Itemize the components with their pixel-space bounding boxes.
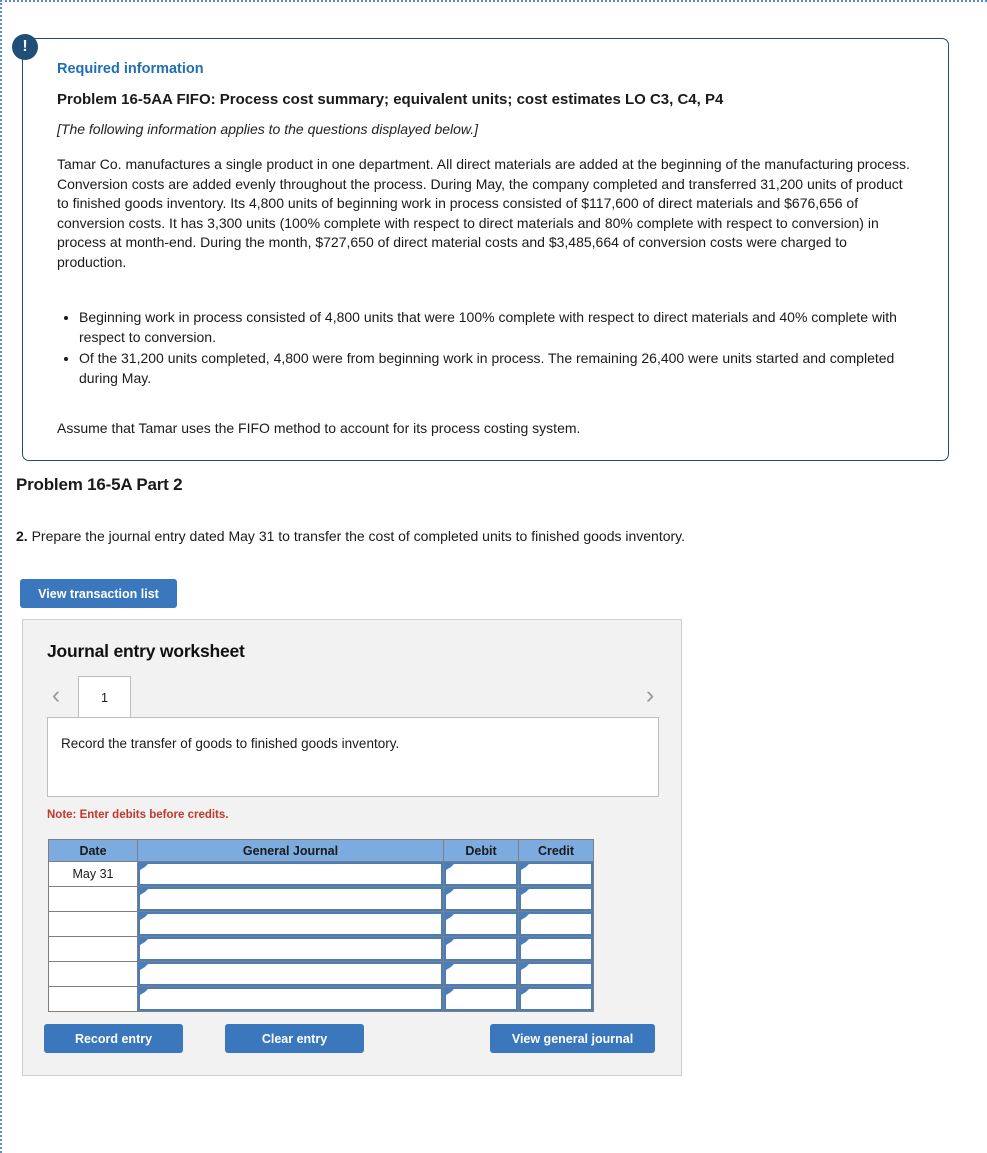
problem-title: Problem 16-5AA FIFO: Process cost summar… <box>57 91 724 108</box>
debit-input[interactable] <box>443 911 519 937</box>
worksheet-tabstrip: ‹ 1 › <box>47 675 659 719</box>
credit-input[interactable] <box>518 911 594 937</box>
credit-input[interactable] <box>518 986 594 1012</box>
credit-input[interactable] <box>518 936 594 962</box>
view-general-journal-button[interactable]: View general journal <box>490 1024 655 1053</box>
applies-note: [The following information applies to th… <box>57 121 479 137</box>
general-journal-input[interactable] <box>137 861 444 887</box>
exclamation-icon: ! <box>12 34 38 60</box>
debit-input[interactable] <box>443 861 519 887</box>
page-title: Problem 16-5A Part 2 <box>16 475 183 494</box>
general-journal-input[interactable] <box>137 936 444 962</box>
journal-entry-worksheet-panel: Journal entry worksheet ‹ 1 › Record the… <box>22 619 682 1076</box>
date-cell[interactable] <box>48 961 138 987</box>
view-transaction-list-button[interactable]: View transaction list <box>20 579 177 608</box>
date-cell[interactable] <box>48 936 138 962</box>
credit-input[interactable] <box>518 886 594 912</box>
general-journal-input[interactable] <box>137 961 444 987</box>
worksheet-tab-1[interactable]: 1 <box>78 676 131 719</box>
debit-input[interactable] <box>443 961 519 987</box>
debit-input[interactable] <box>443 936 519 962</box>
table-row <box>48 961 594 987</box>
column-header-general-journal: General Journal <box>137 839 444 862</box>
table-row <box>48 886 594 912</box>
question-number: 2. <box>16 528 28 544</box>
worksheet-description: Record the transfer of goods to finished… <box>47 717 659 797</box>
required-information-label: Required information <box>57 61 204 77</box>
worksheet-title: Journal entry worksheet <box>47 641 245 661</box>
assumption-text: Assume that Tamar uses the FIFO method t… <box>57 420 581 436</box>
date-cell[interactable] <box>48 986 138 1012</box>
credit-input[interactable] <box>518 861 594 887</box>
table-row: May 31 <box>48 861 594 887</box>
date-cell[interactable] <box>48 886 138 912</box>
general-journal-input[interactable] <box>137 986 444 1012</box>
chevron-left-icon[interactable]: ‹ <box>47 680 65 710</box>
table-row <box>48 986 594 1012</box>
table-header-row: Date General Journal Debit Credit <box>48 839 594 862</box>
question-prompt: 2. Prepare the journal entry dated May 3… <box>16 528 685 544</box>
required-information-card: Required information Problem 16-5AA FIFO… <box>22 38 949 461</box>
debits-before-credits-note: Note: Enter debits before credits. <box>47 809 229 821</box>
page-canvas: ! Required information Problem 16-5AA FI… <box>0 0 987 1153</box>
column-header-credit: Credit <box>518 839 594 862</box>
column-header-debit: Debit <box>443 839 519 862</box>
clear-entry-button[interactable]: Clear entry <box>225 1024 364 1053</box>
table-row <box>48 936 594 962</box>
credit-input[interactable] <box>518 961 594 987</box>
general-journal-input[interactable] <box>137 911 444 937</box>
record-entry-button[interactable]: Record entry <box>44 1024 183 1053</box>
problem-paragraph: Tamar Co. manufactures a single product … <box>57 156 910 270</box>
table-row <box>48 911 594 937</box>
list-item: Of the 31,200 units completed, 4,800 wer… <box>79 349 914 388</box>
date-cell[interactable]: May 31 <box>48 861 138 887</box>
list-item: Beginning work in process consisted of 4… <box>79 308 914 347</box>
problem-bullet-list: Beginning work in process consisted of 4… <box>57 308 914 388</box>
chevron-right-icon[interactable]: › <box>641 680 659 710</box>
column-header-date: Date <box>48 839 138 862</box>
journal-entry-table: Date General Journal Debit Credit May 31 <box>48 839 594 1012</box>
debit-input[interactable] <box>443 886 519 912</box>
question-text: Prepare the journal entry dated May 31 t… <box>27 528 686 544</box>
general-journal-input[interactable] <box>137 886 444 912</box>
debit-input[interactable] <box>443 986 519 1012</box>
date-cell[interactable] <box>48 911 138 937</box>
